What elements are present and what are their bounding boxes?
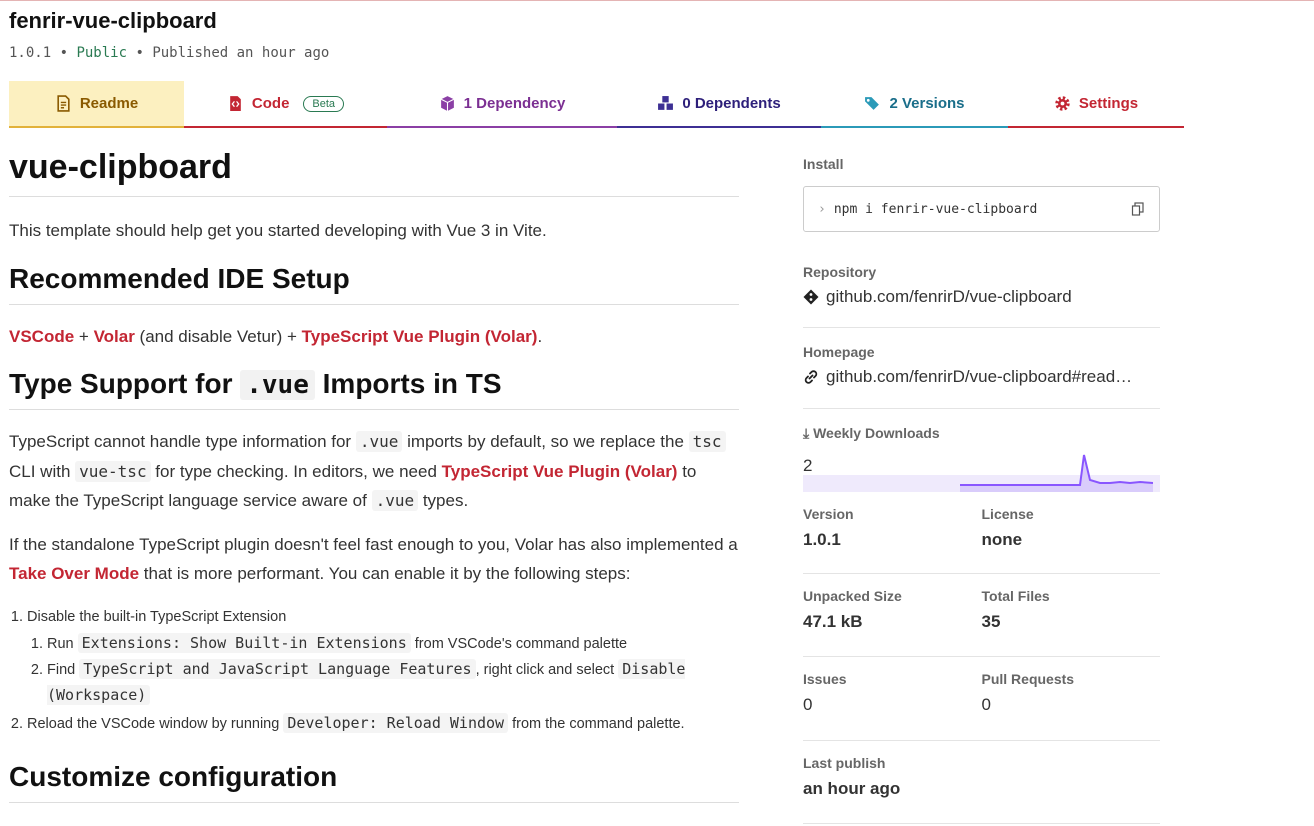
readme-content: vue-clipboard This template should help … <box>9 141 739 820</box>
list-item: Run Extensions: Show Built-in Extensions… <box>47 631 739 657</box>
issues-prs-section: Issues 0 Pull Requests 0 <box>803 671 1160 741</box>
pull-requests-label: Pull Requests <box>981 671 1075 687</box>
license-value: none <box>981 530 1023 549</box>
package-title: fenrir-vue-clipboard <box>9 8 217 33</box>
tab-versions[interactable]: 2 Versions <box>821 81 1008 128</box>
package-tabs: Readme Code Beta 1 Dependency 0 Dependen… <box>9 81 1184 128</box>
link-vscode[interactable]: VSCode <box>9 327 74 346</box>
link-icon <box>804 370 818 384</box>
tab-label: 2 Versions <box>889 95 965 112</box>
beta-badge: Beta <box>303 95 345 112</box>
pull-requests-value[interactable]: 0 <box>982 695 1161 715</box>
download-icon: ⤓ <box>803 425 810 441</box>
last-publish-value: an hour ago <box>803 779 901 798</box>
visibility-label: Public <box>76 45 128 61</box>
type-support-paragraph: TypeScript cannot handle type informatio… <box>9 427 739 516</box>
tab-code[interactable]: Code Beta <box>184 81 387 128</box>
issues-label: Issues <box>803 671 847 687</box>
last-publish-section: Last publish an hour ago <box>803 755 1160 824</box>
published-label: Published an hour ago <box>152 45 330 61</box>
homepage-link[interactable]: github.com/fenrirD/vue-clipboard#read… <box>803 367 1160 387</box>
tags-icon <box>865 97 880 110</box>
total-files-label: Total Files <box>981 588 1050 604</box>
code-icon <box>230 96 241 111</box>
version-value: 1.0.1 <box>803 530 841 549</box>
readme-icon <box>57 95 70 112</box>
tab-label: 0 Dependents <box>682 95 781 112</box>
package-meta: 1.0.1 • Public • Published an hour ago <box>9 45 330 61</box>
heading-type-support: Type Support for .vue Imports in TS <box>9 365 739 410</box>
tab-label: Readme <box>79 95 139 112</box>
git-diamond-icon <box>803 289 819 305</box>
tab-settings[interactable]: Settings <box>1008 81 1184 128</box>
size-files-section: Unpacked Size 47.1 kB Total Files 35 <box>803 588 1160 657</box>
tab-readme[interactable]: Readme <box>9 81 184 128</box>
terminal-prompt-icon: › <box>818 201 826 217</box>
install-command-box[interactable]: › npm i fenrir-vue-clipboard <box>803 186 1160 232</box>
last-publish-label: Last publish <box>803 755 886 771</box>
tab-label: Settings <box>1078 95 1139 112</box>
homepage-section: Homepage github.com/fenrirD/vue-clipboar… <box>803 344 1160 409</box>
weekly-downloads-sparkline <box>960 454 1153 492</box>
ide-setup-paragraph: VSCode + Volar (and disable Vetur) + Typ… <box>9 326 543 346</box>
heading-customize-config: Customize configuration <box>9 758 739 803</box>
homepage-label: Homepage <box>803 344 875 360</box>
install-section: Install › npm i fenrir-vue-clipboard <box>803 156 1160 232</box>
issues-value[interactable]: 0 <box>803 695 982 715</box>
tab-dependents[interactable]: 0 Dependents <box>617 81 821 128</box>
readme-intro: This template should help get you starte… <box>9 221 547 240</box>
unpacked-size-label: Unpacked Size <box>803 588 902 604</box>
license-label: License <box>981 506 1034 522</box>
takeover-paragraph: If the standalone TypeScript plugin does… <box>9 534 738 584</box>
list-item: Disable the built-in TypeScript Extensio… <box>27 603 739 709</box>
heading-ide-setup: Recommended IDE Setup <box>9 260 739 305</box>
install-command: npm i fenrir-vue-clipboard <box>833 201 1038 217</box>
package-sidebar: Install › npm i fenrir-vue-clipboard Rep… <box>803 156 1160 824</box>
package-version: 1.0.1 <box>9 45 52 61</box>
link-volar[interactable]: Volar <box>94 327 135 346</box>
repository-label: Repository <box>803 264 877 280</box>
list-item: Find TypeScript and JavaScript Language … <box>47 657 739 709</box>
copy-icon[interactable] <box>1131 202 1145 216</box>
link-take-over-mode[interactable]: Take Over Mode <box>9 564 139 583</box>
repository-link[interactable]: github.com/fenrirD/vue-clipboard <box>803 287 1160 307</box>
tab-label: Code <box>251 95 290 112</box>
readme-title: vue-clipboard <box>9 141 739 197</box>
tab-label: 1 Dependency <box>463 95 566 112</box>
steps-list: Disable the built-in TypeScript Extensio… <box>27 603 739 738</box>
link-ts-vue-plugin-2[interactable]: TypeScript Vue Plugin (Volar) <box>442 462 678 481</box>
version-license-section: Version 1.0.1 License none <box>803 506 1160 574</box>
version-label: Version <box>803 506 854 522</box>
repository-section: Repository github.com/fenrirD/vue-clipbo… <box>803 264 1160 328</box>
cube-icon <box>440 96 454 111</box>
weekly-downloads-section: ⤓ Weekly Downloads 2 <box>803 425 1160 492</box>
install-label: Install <box>803 156 844 172</box>
gear-icon <box>1055 96 1070 111</box>
list-item: Reload the VSCode window by running Deve… <box>27 709 739 738</box>
cubes-icon <box>658 96 674 110</box>
tab-dependencies[interactable]: 1 Dependency <box>387 81 617 128</box>
total-files-value: 35 <box>981 612 1001 631</box>
link-ts-vue-plugin[interactable]: TypeScript Vue Plugin (Volar) <box>302 327 538 346</box>
unpacked-size-value: 47.1 kB <box>803 612 863 631</box>
